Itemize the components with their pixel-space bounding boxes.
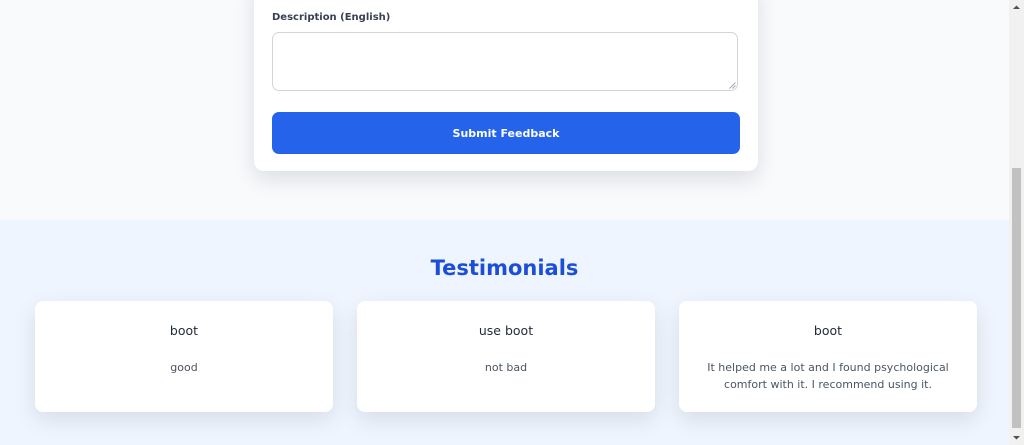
submit-feedback-button[interactable]: Submit Feedback [272,112,740,154]
scroll-down-arrow-icon[interactable] [1009,430,1024,445]
testimonial-text: good [170,361,198,374]
testimonial-name: boot [169,323,199,338]
testimonials-section: Testimonials boot good use boot not bad … [0,220,1009,445]
scrollbar-thumb[interactable] [1012,168,1021,428]
feedback-section: Description (English) Submit Feedback [0,0,1009,220]
resize-grip-icon[interactable] [729,82,736,89]
testimonial-name: use boot [478,323,534,338]
description-label: Description (English) [272,12,391,23]
testimonial-card: use boot not bad [357,301,655,412]
testimonial-card: boot It helped me a lot and I found psyc… [679,301,977,412]
page: Description (English) Submit Feedback Te… [0,0,1024,445]
testimonials-title: Testimonials [430,256,579,280]
feedback-form-card: Description (English) Submit Feedback [254,0,758,171]
testimonial-text: not bad [484,361,528,374]
testimonial-card: boot good [35,301,333,412]
scroll-up-arrow-icon[interactable] [1009,0,1024,15]
description-textarea[interactable] [272,32,738,91]
testimonial-name: boot [813,323,843,338]
testimonial-text: It helped me a lot and I found psycholog… [707,361,949,391]
vertical-scrollbar[interactable] [1009,0,1024,445]
